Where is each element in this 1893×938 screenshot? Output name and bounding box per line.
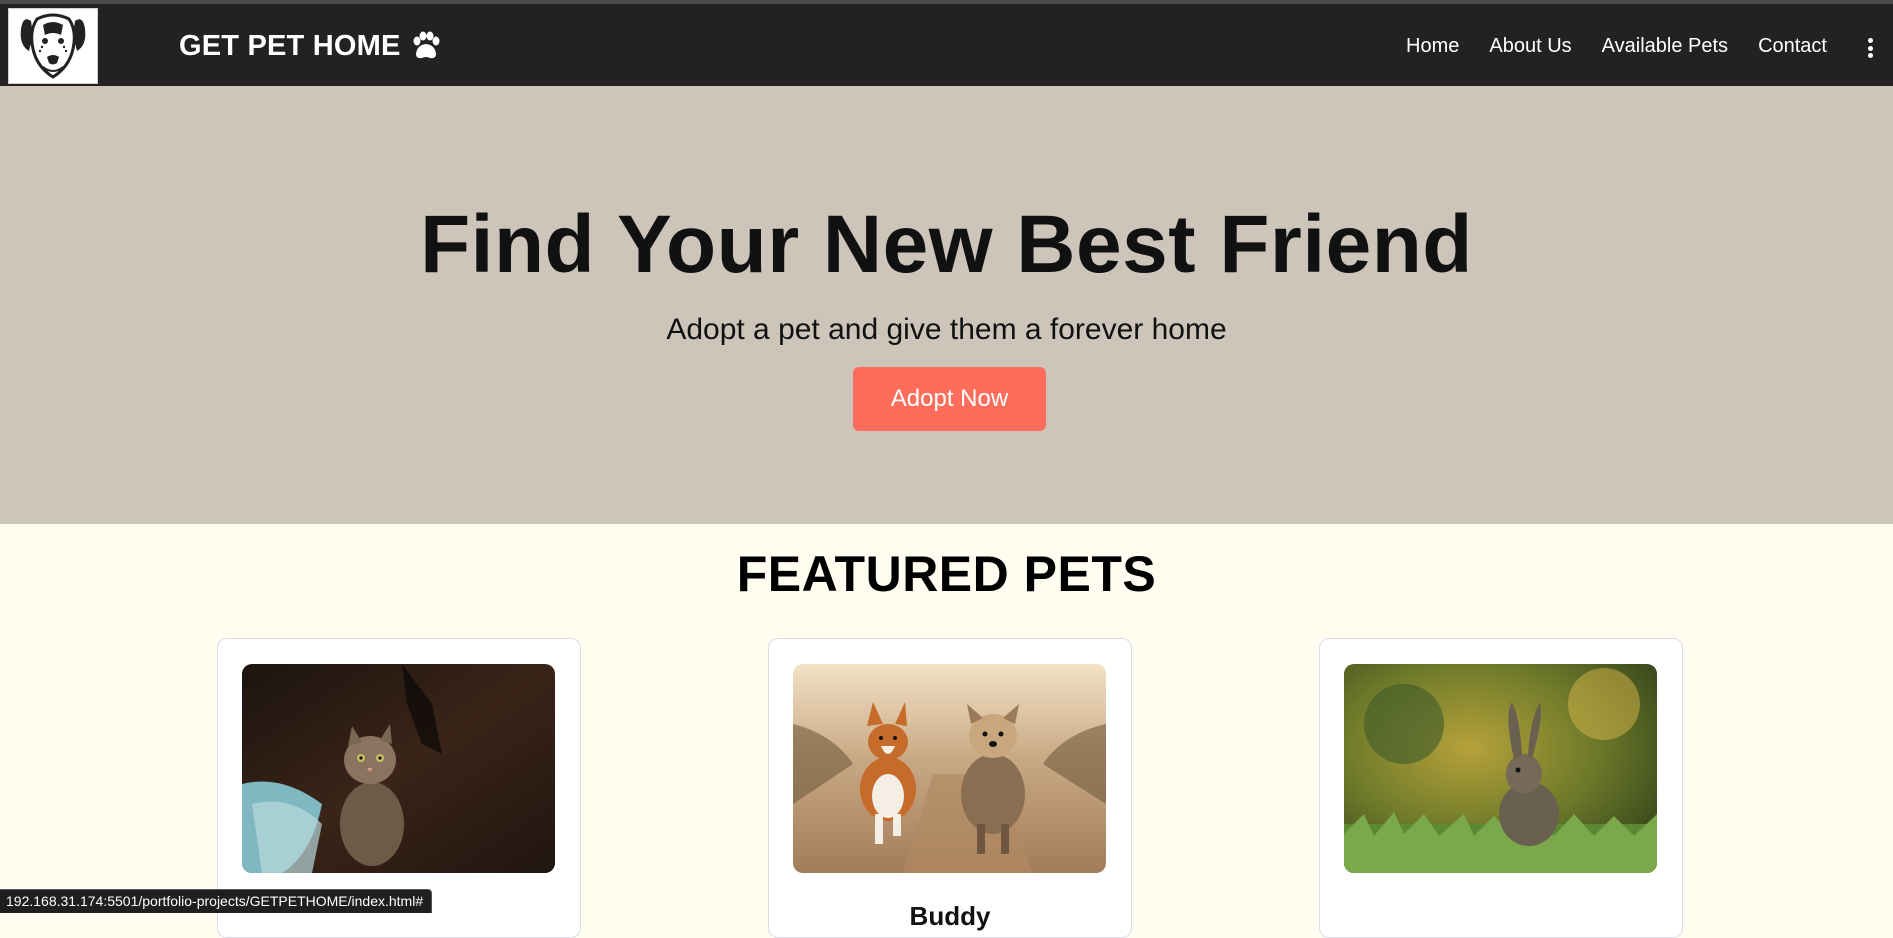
featured-pets-heading: FEATURED PETS [736,546,1157,602]
adopt-now-button[interactable]: Adopt Now [853,367,1046,431]
pet-card[interactable] [1319,638,1683,938]
browser-status-url: 192.168.31.174:5501/portfolio-projects/G… [0,889,433,913]
pet-name: Buddy [909,901,991,931]
nav-link-available-pets[interactable]: Available Pets [1602,35,1728,58]
hero-subtitle: Adopt a pet and give them a forever home [666,313,1227,346]
logo-dog-icon[interactable] [8,8,98,84]
paw-icon [413,31,440,59]
hero-section: Find Your New Best Friend Adopt a pet an… [0,86,1893,524]
brand-title: GET PET HOME [179,29,401,62]
cat-photo [242,664,555,873]
nav-link-about-us[interactable]: About Us [1489,35,1571,58]
pet-card[interactable]: Buddy [768,638,1132,938]
hero-title: Find Your New Best Friend [420,199,1473,290]
dogs-photo [793,664,1106,873]
rabbit-photo [1344,664,1657,873]
nav-link-home[interactable]: Home [1406,35,1459,58]
brand: GET PET HOME [179,26,443,66]
nav-link-contact[interactable]: Contact [1758,35,1827,58]
navbar: GET PET HOME Home About Us Available Pet… [0,4,1893,86]
more-options-icon[interactable] [1867,38,1873,58]
main-menu: Home About Us Available Pets Contact [1406,26,1827,66]
